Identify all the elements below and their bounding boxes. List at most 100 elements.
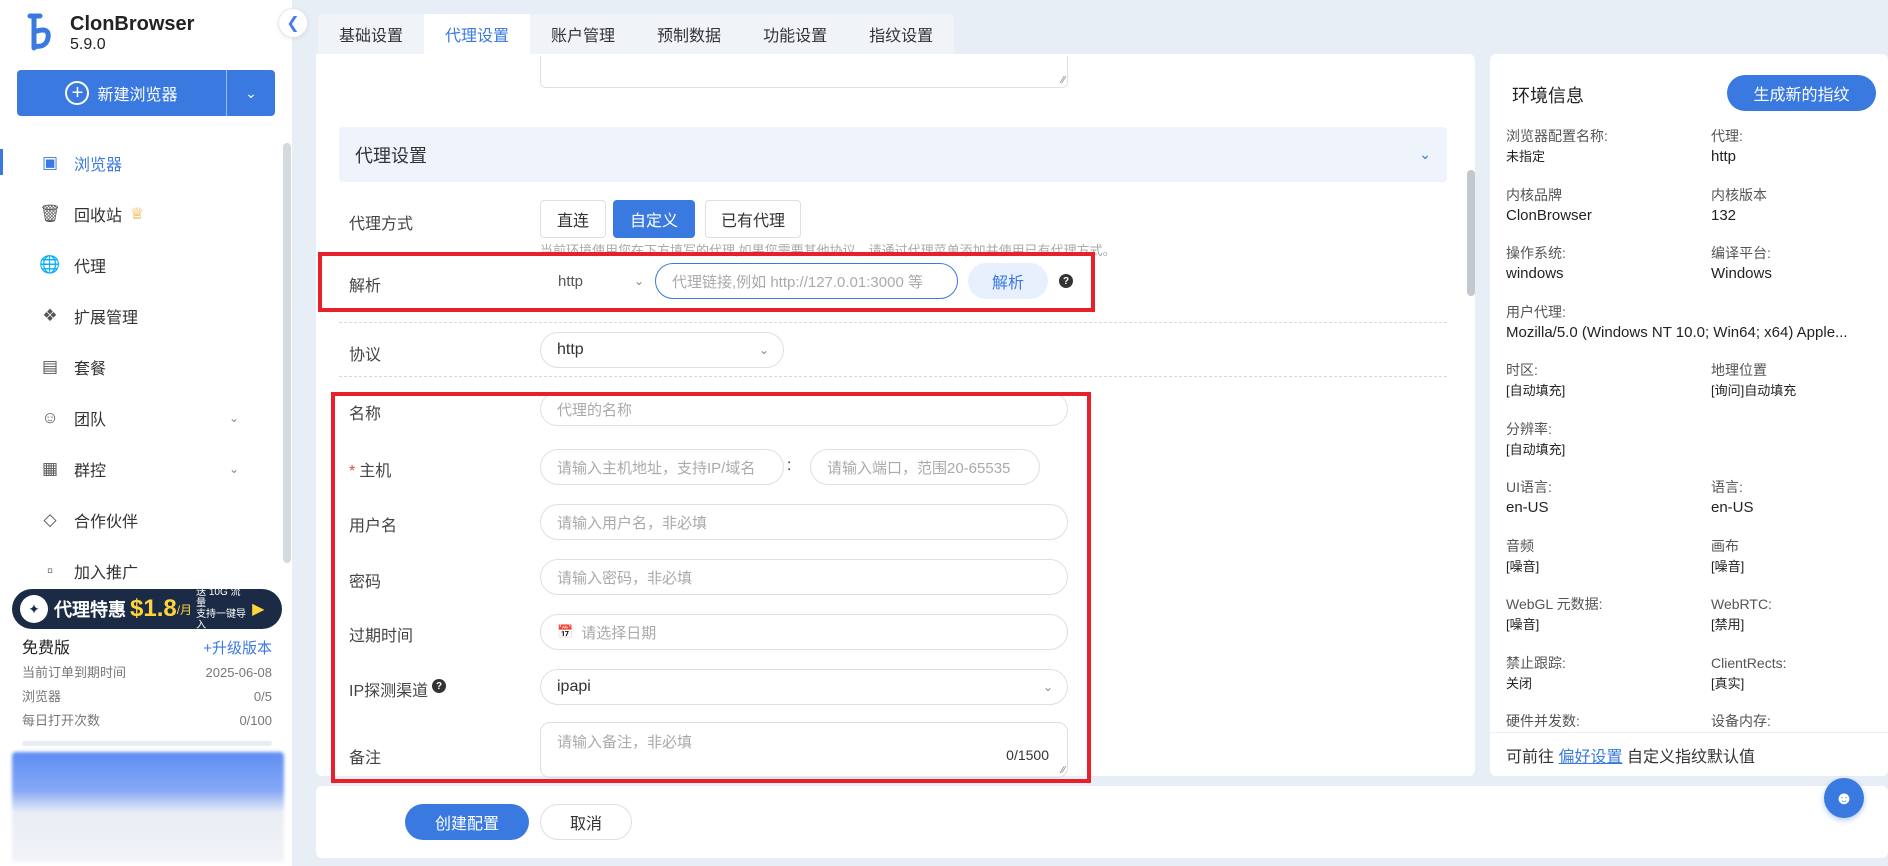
sidebar-item-team[interactable]: ☺ 团队 ⌄ [0,392,284,443]
env-value: en-US [1711,499,1754,516]
env-field: 地理位置 [询问]自动填充 [1711,360,1876,419]
parse-protocol-select[interactable]: http ⌄ [540,264,648,298]
env-value: [噪音] [1711,558,1745,574]
remark-textarea[interactable]: 请输入备注，非必填 0/1500 ∕∕ [540,722,1068,778]
env-label: ClientRects: [1711,654,1787,671]
sidebar-scrollbar[interactable] [283,143,291,563]
tab-basic-settings[interactable]: 基础设置 [318,14,425,54]
new-browser-button[interactable]: + 新建浏览器 ⌄ [17,70,275,116]
host-label-text: 主机 [359,463,392,480]
password-label: 密码 [349,574,382,591]
proxy-link-input[interactable]: 代理链接,例如 http://127.0.01:3000 等 [655,263,958,299]
ip-channel-label-text: IP探测渠道 [349,683,429,700]
port-input[interactable]: 请输入端口，范围20-65535 [810,449,1040,485]
plan-expire-value: 2025-06-08 [205,665,273,680]
sidebar-menu: ▣ 浏览器 🗑 回收站 ♕ 🌐 代理 ❖ 扩展管理 ▤ 套餐 ☺ 团队 ⌄ ▦ … [0,137,284,596]
host-label: * 主机 [349,457,391,481]
collapse-sidebar-button[interactable]: ❮ [278,8,308,38]
env-label: 编译平台: [1711,245,1771,261]
preferences-link[interactable]: 偏好设置 [1558,749,1622,766]
tab-proxy-settings[interactable]: 代理设置 [424,14,531,54]
clonbrowser-logo-icon [27,13,51,51]
sidebar: ClonBrowser 5.9.0 + 新建浏览器 ⌄ ▣ 浏览器 🗑 回收站 … [0,0,292,866]
promotion-icon: ▫ [46,560,54,580]
remark-char-count: 0/1500 [1006,747,1049,763]
sidebar-item-group-control[interactable]: ▦ 群控 ⌄ [0,443,284,494]
tab-fingerprint-settings[interactable]: 指纹设置 [848,14,955,54]
ip-channel-select[interactable]: ipapi ⌄ [540,669,1068,705]
parse-button[interactable]: 解析 [968,263,1048,299]
proxy-section-header[interactable]: 代理设置 ⌄ [339,127,1447,182]
promo-text: 代理特惠 [54,600,126,620]
sidebar-item-proxy[interactable]: 🌐 代理 [0,239,284,290]
password-input[interactable]: 请输入密码，非必填 [540,559,1068,595]
ip-channel-label: IP探测渠道 [349,677,428,701]
help-icon[interactable]: ? [432,679,446,693]
env-field: 编译平台: Windows [1711,243,1876,302]
tab-preset-data[interactable]: 预制数据 [636,14,743,54]
expire-date-input[interactable]: 📅 请选择日期 [540,614,1068,650]
ip-channel-value: ipapi [557,678,591,695]
mode-custom-button[interactable]: 自定义 [613,200,695,238]
calendar-icon: 📅 [557,624,574,639]
generate-fingerprint-button[interactable]: 生成新的指纹 [1727,75,1876,111]
env-value: [自动填充] [1506,383,1566,398]
sidebar-item-extensions[interactable]: ❖ 扩展管理 [0,290,284,341]
plan-browsers-label: 浏览器 [22,689,62,704]
tab-feature-settings[interactable]: 功能设置 [742,14,849,54]
env-field: ClientRects: [真实] [1711,653,1876,712]
proxy-name-input[interactable]: 代理的名称 [540,392,1068,426]
new-browser-dropdown-chevron-icon[interactable]: ⌄ [227,70,275,116]
resize-handle-icon[interactable]: ∕∕ [1062,765,1065,776]
customer-service-icon[interactable]: ☻ [1824,778,1864,818]
env-label: 禁止跟踪: [1506,654,1566,671]
mode-existing-proxy-button[interactable]: 已有代理 [705,200,801,238]
sidebar-item-plans[interactable]: ▤ 套餐 [0,341,284,392]
host-input[interactable]: 请输入主机地址，支持IP/域名 [540,449,784,485]
env-value: 未指定 [1506,149,1546,164]
promo-price: $1.8 [130,595,177,622]
upgrade-link[interactable]: +升级版本 [203,637,272,661]
host-port-separator: : [787,457,792,474]
username-label: 用户名 [349,518,398,535]
plan-info: 免费版 +升级版本 当前订单到期时间 2025-06-08 浏览器 0/5 每日… [22,637,272,746]
env-footer-note: 可前往 偏好设置 自定义指纹默认值 [1506,743,1755,767]
tab-account-management[interactable]: 账户管理 [530,14,637,54]
env-field: 内核品牌 ClonBrowser [1506,185,1711,244]
env-footer-suffix: 自定义指纹默认值 [1626,749,1755,766]
env-field: WebGL 元数据: [噪音] [1506,594,1711,653]
mode-direct-button[interactable]: 直连 [540,200,606,238]
env-value: 关闭 [1506,675,1533,691]
env-value: en-US [1506,499,1549,516]
cancel-button[interactable]: 取消 [540,804,632,840]
env-label: UI语言: [1506,479,1552,495]
plan-browsers-value: 0/5 [253,689,272,704]
env-field: UI语言: en-US [1506,477,1711,536]
sidebar-item-browser[interactable]: ▣ 浏览器 [0,137,284,188]
promo-logo-icon: ✦ [20,595,48,623]
create-config-button[interactable]: 创建配置 [405,804,529,840]
env-field: 浏览器配置名称: 未指定 [1506,126,1711,185]
protocol-select[interactable]: http ⌄ [540,332,784,368]
sidebar-item-partners[interactable]: ◇ 合作伙伴 [0,494,284,545]
crown-icon: ♕ [130,205,145,223]
help-icon[interactable]: ? [1059,274,1073,288]
app-logo[interactable]: ClonBrowser 5.9.0 [26,12,194,54]
env-info-grid: 浏览器配置名称: 未指定 代理: http 内核品牌 ClonBrowser 内核版本… [1506,126,1876,730]
env-label: 音频 [1506,537,1534,554]
divider [339,322,1447,323]
form-scrollbar[interactable] [1467,170,1475,296]
proxy-mode-hint: 当前环境使用您在下方填写的代理,如果您需要其他协议，请通过代理菜单添加并使用已有… [540,243,1116,258]
chevron-down-icon: ⌄ [1042,680,1053,694]
remark-placeholder: 请输入备注，非必填 [557,734,693,751]
proxy-promo-banner[interactable]: ✦ 代理特惠 $1.8 /月 送 10G 流量 支持一键导入 ▶ [12,587,282,631]
username-input[interactable]: 请输入用户名，非必填 [540,504,1068,540]
previous-textarea[interactable]: ∕∕ [540,56,1068,88]
sidebar-item-label: 加入推广 [74,564,139,582]
resize-handle-icon[interactable]: ∕∕ [1062,75,1065,86]
env-value: [真实] [1711,675,1745,691]
new-browser-main[interactable]: + 新建浏览器 [17,70,227,116]
sidebar-item-recycle-bin[interactable]: 🗑 回收站 ♕ [0,188,284,239]
user-account-card[interactable] [12,752,284,862]
protocol-value: http [557,341,584,358]
